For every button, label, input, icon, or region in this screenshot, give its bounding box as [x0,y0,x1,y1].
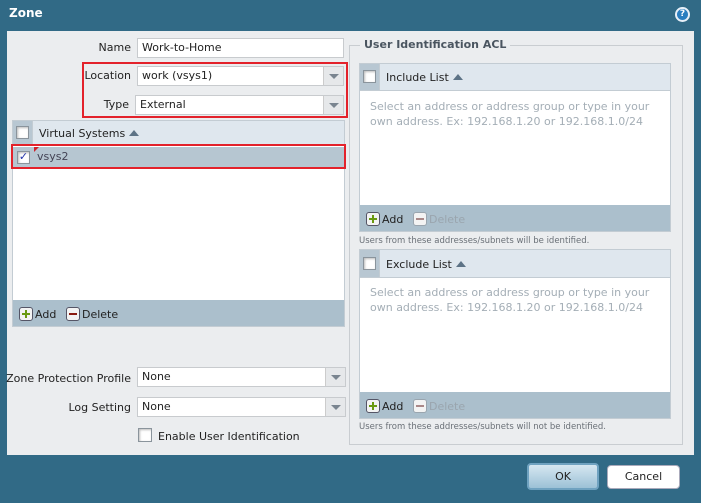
plus-icon [19,307,33,321]
enable-user-identification-checkbox[interactable] [138,428,152,442]
delete-button[interactable]: Delete [413,212,465,226]
grid-toolbar: Add Delete [360,392,670,418]
type-label: Type [103,98,129,111]
sort-asc-icon [129,130,140,136]
location-label: Location [84,69,131,82]
ok-button[interactable]: OK [527,463,599,490]
type-select[interactable]: External [135,95,344,115]
chevron-down-icon[interactable] [323,67,343,85]
select-all-checkbox[interactable] [363,70,376,83]
name-label: Name [98,41,131,54]
add-button[interactable]: Add [366,399,403,413]
select-all-checkbox[interactable] [363,257,376,270]
zone-protection-profile-label: Zone Protection Profile [6,372,131,385]
enable-user-identification-label: Enable User Identification [158,430,300,443]
chevron-down-icon[interactable] [325,398,345,416]
log-setting-label: Log Setting [68,401,131,414]
minus-icon [413,399,427,413]
minus-icon [66,307,80,321]
grid-toolbar: Add Delete [13,300,344,326]
column-header-virtual-systems[interactable]: Virtual Systems [39,127,140,140]
include-note: Users from these addresses/subnets will … [359,236,590,246]
column-header-include-list[interactable]: Include List [386,71,463,84]
add-button[interactable]: Add [19,307,56,321]
zone-protection-profile-select[interactable]: None [137,367,346,387]
cancel-button[interactable]: Cancel [607,465,680,489]
plus-icon [366,212,380,226]
vsys2-highlight [11,144,346,169]
fieldset-legend: User Identification ACL [360,38,511,51]
include-list-grid: Include List Select an address or addres… [359,63,671,232]
column-header-exclude-list[interactable]: Exclude List [386,258,466,271]
grid-header: Virtual Systems [13,121,344,146]
name-input[interactable]: Work-to-Home [137,38,344,58]
include-list-placeholder[interactable]: Select an address or address group or ty… [370,99,660,129]
exclude-list-grid: Exclude List Select an address or addres… [359,249,671,419]
grid-toolbar: Add Delete [360,205,670,231]
select-all-checkbox[interactable] [16,126,29,139]
sort-asc-icon [452,74,463,80]
delete-button[interactable]: Delete [66,307,118,321]
location-value: work (vsys1) [142,69,213,82]
add-button[interactable]: Add [366,212,403,226]
location-select[interactable]: work (vsys1) [137,66,344,86]
type-value: External [140,98,186,111]
plus-icon [366,399,380,413]
delete-button[interactable]: Delete [413,399,465,413]
minus-icon [413,212,427,226]
help-icon[interactable]: ? [675,7,690,22]
chevron-down-icon[interactable] [323,96,343,114]
dialog-title: Zone [9,6,43,20]
exclude-list-placeholder[interactable]: Select an address or address group or ty… [370,285,660,315]
sort-asc-icon [455,261,466,267]
exclude-note: Users from these addresses/subnets will … [359,422,606,432]
chevron-down-icon[interactable] [325,368,345,386]
log-setting-select[interactable]: None [137,397,346,417]
